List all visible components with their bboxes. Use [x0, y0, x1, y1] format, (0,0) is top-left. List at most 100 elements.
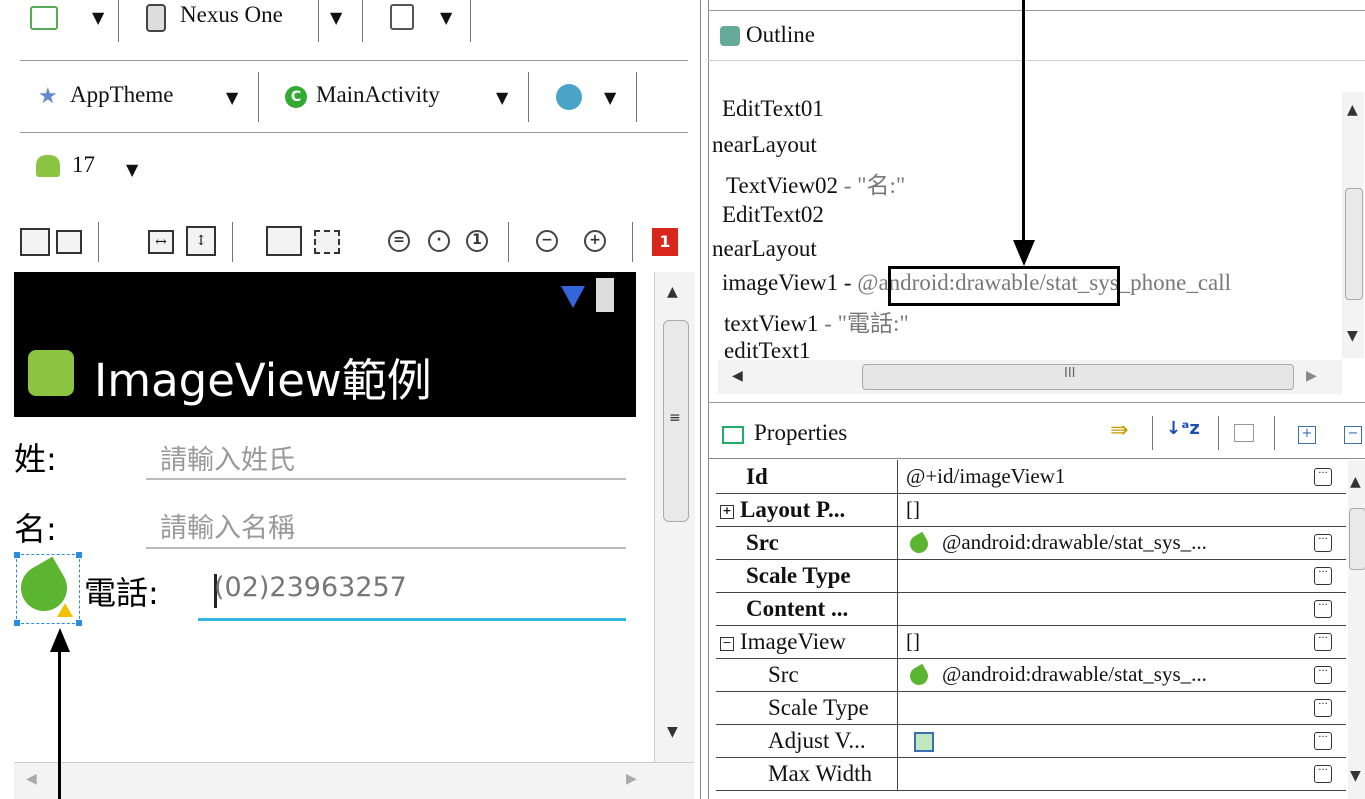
annotation-arrow-head — [50, 628, 70, 652]
property-row[interactable]: Adjust V... ··· — [716, 724, 1346, 758]
theme-selector[interactable]: AppTheme — [70, 82, 173, 108]
properties-title: Properties — [754, 420, 848, 445]
property-row[interactable]: Content ... ··· — [716, 592, 1346, 626]
phone-icon — [906, 531, 932, 557]
phone-input[interactable]: (02)23963257 — [214, 572, 407, 603]
property-row[interactable]: − ImageView [] ··· — [716, 625, 1346, 659]
restore-default-icon[interactable] — [1234, 424, 1254, 442]
zoom-real-icon[interactable]: · — [428, 230, 450, 252]
property-name: Content ... — [716, 592, 898, 625]
rotate-icon[interactable] — [390, 4, 414, 30]
chevron-down-icon[interactable]: ▼ — [330, 8, 342, 27]
property-name-text: Scale Type — [768, 695, 869, 720]
chevron-down-icon[interactable]: ▼ — [440, 8, 452, 27]
chevron-down-icon[interactable]: ▼ — [92, 8, 104, 27]
globe-icon[interactable] — [556, 84, 582, 110]
collapse-icon[interactable]: − — [720, 636, 734, 651]
show-advanced-icon[interactable]: ⇛ — [1110, 418, 1128, 443]
property-value[interactable]: @android:drawable/stat_sys_... — [906, 526, 1207, 559]
expand-icon[interactable]: + — [720, 504, 734, 519]
edit-value-button[interactable]: ··· — [1314, 732, 1332, 750]
edit-value-button[interactable]: ··· — [1314, 699, 1332, 717]
edit-value-button[interactable]: ··· — [1314, 765, 1332, 783]
property-name-text: Scale Type — [746, 563, 851, 588]
annotation-arrow-head — [1013, 240, 1035, 266]
fill-width-icon[interactable]: ↔ — [148, 230, 174, 254]
property-value[interactable]: @android:drawable/stat_sys_... — [906, 658, 1207, 691]
phone-image-view[interactable] — [14, 554, 80, 624]
annotation-arrow-line — [58, 650, 61, 799]
property-name-text: Adjust V... — [768, 728, 866, 753]
outline-item[interactable]: TextView02 - "名:" — [726, 166, 905, 200]
outline-title: Outline — [746, 22, 815, 47]
api-level-selector[interactable]: 17 — [72, 152, 95, 178]
property-name: Scale Type — [716, 559, 898, 592]
last-name-label: 姓: — [14, 440, 57, 478]
config-icon[interactable] — [30, 6, 58, 30]
outline-item[interactable]: EditText02 — [722, 202, 824, 228]
property-name: Id — [716, 460, 898, 493]
property-value-text: @android:drawable/stat_sys_... — [942, 530, 1207, 554]
star-icon: ★ — [38, 84, 58, 109]
outline-item[interactable]: nearLayout — [712, 132, 817, 158]
edit-value-button[interactable]: ··· — [1314, 468, 1332, 486]
checkbox[interactable] — [914, 732, 934, 753]
property-row[interactable]: Scale Type ··· — [716, 691, 1346, 725]
edit-value-button[interactable]: ··· — [1314, 534, 1332, 552]
fill-height-icon[interactable]: ↕ — [186, 226, 216, 256]
preview-horizontal-scrollbar[interactable]: ◀ ▶ — [14, 762, 694, 799]
property-row[interactable]: Scale Type ··· — [716, 559, 1346, 593]
property-value[interactable] — [906, 724, 934, 757]
chevron-down-icon[interactable]: ▼ — [226, 88, 238, 107]
outline-item[interactable]: textView1 - "電話:" — [724, 304, 909, 338]
sort-alpha-icon[interactable]: ↓ᵃz — [1166, 418, 1200, 439]
error-count-badge[interactable]: 1 — [652, 228, 678, 256]
activity-selector[interactable]: MainActivity — [316, 82, 440, 108]
property-value[interactable]: [] — [906, 493, 920, 526]
collapse-all-icon[interactable]: − — [1344, 426, 1362, 444]
property-row[interactable]: Max Width ··· — [716, 757, 1346, 791]
edit-value-button[interactable]: ··· — [1314, 600, 1332, 618]
property-value-text: @+id/imageView1 — [906, 464, 1066, 488]
app-title: ImageView範例 — [94, 354, 432, 407]
baseline-icon[interactable] — [314, 230, 340, 254]
layout-columns-icon[interactable] — [20, 228, 50, 256]
property-name-text: Id — [746, 464, 768, 489]
property-row[interactable]: Src @android:drawable/stat_sys_... ··· — [716, 526, 1346, 560]
outline-vertical-scrollbar[interactable]: ▲ ▼ — [1342, 92, 1364, 358]
property-name-text: Src — [768, 662, 799, 687]
property-name-text: Max Width — [768, 761, 873, 786]
zoom-100-icon[interactable]: 1 — [466, 230, 488, 252]
property-row[interactable]: Id @+id/imageView1 ··· — [716, 460, 1346, 494]
margins-icon[interactable] — [266, 226, 302, 256]
wifi-icon — [561, 286, 585, 308]
outline-item[interactable]: EditText01 — [722, 96, 824, 122]
battery-icon — [596, 278, 614, 312]
layout-rows-icon[interactable] — [56, 230, 82, 254]
outline-horizontal-scrollbar[interactable]: ◀ III ▶ — [718, 360, 1342, 394]
property-value[interactable]: [] — [906, 625, 920, 658]
outline-item[interactable]: editText1 — [724, 338, 811, 358]
edit-value-button[interactable]: ··· — [1314, 567, 1332, 585]
property-value[interactable]: @+id/imageView1 — [906, 460, 1065, 493]
zoom-out-icon[interactable]: − — [536, 230, 558, 252]
chevron-down-icon[interactable]: ▼ — [126, 160, 138, 179]
edit-value-button[interactable]: ··· — [1314, 633, 1332, 651]
properties-vertical-scrollbar[interactable]: ▲ ▼ — [1348, 460, 1365, 799]
zoom-in-icon[interactable]: + — [584, 230, 606, 252]
expand-all-icon[interactable]: + — [1298, 426, 1316, 444]
chevron-down-icon[interactable]: ▼ — [604, 88, 616, 107]
property-row[interactable]: + Layout P... [] — [716, 493, 1346, 527]
last-name-input[interactable]: 請輸入姓氏 — [160, 438, 295, 477]
chevron-down-icon[interactable]: ▼ — [496, 88, 508, 107]
first-name-input[interactable]: 請輸入名稱 — [160, 506, 295, 545]
property-row[interactable]: Src @android:drawable/stat_sys_... ··· — [716, 658, 1346, 692]
action-bar: ImageView範例 — [14, 272, 636, 417]
device-selector[interactable]: Nexus One — [180, 2, 283, 28]
property-value-text: @android:drawable/stat_sys_... — [942, 662, 1207, 686]
zoom-fit-icon[interactable]: = — [388, 230, 410, 252]
edit-value-button[interactable]: ··· — [1314, 666, 1332, 684]
properties-icon — [722, 426, 744, 444]
outline-item[interactable]: nearLayout — [712, 236, 817, 262]
preview-vertical-scrollbar[interactable]: ▲ ≡ ▼ — [654, 272, 695, 762]
